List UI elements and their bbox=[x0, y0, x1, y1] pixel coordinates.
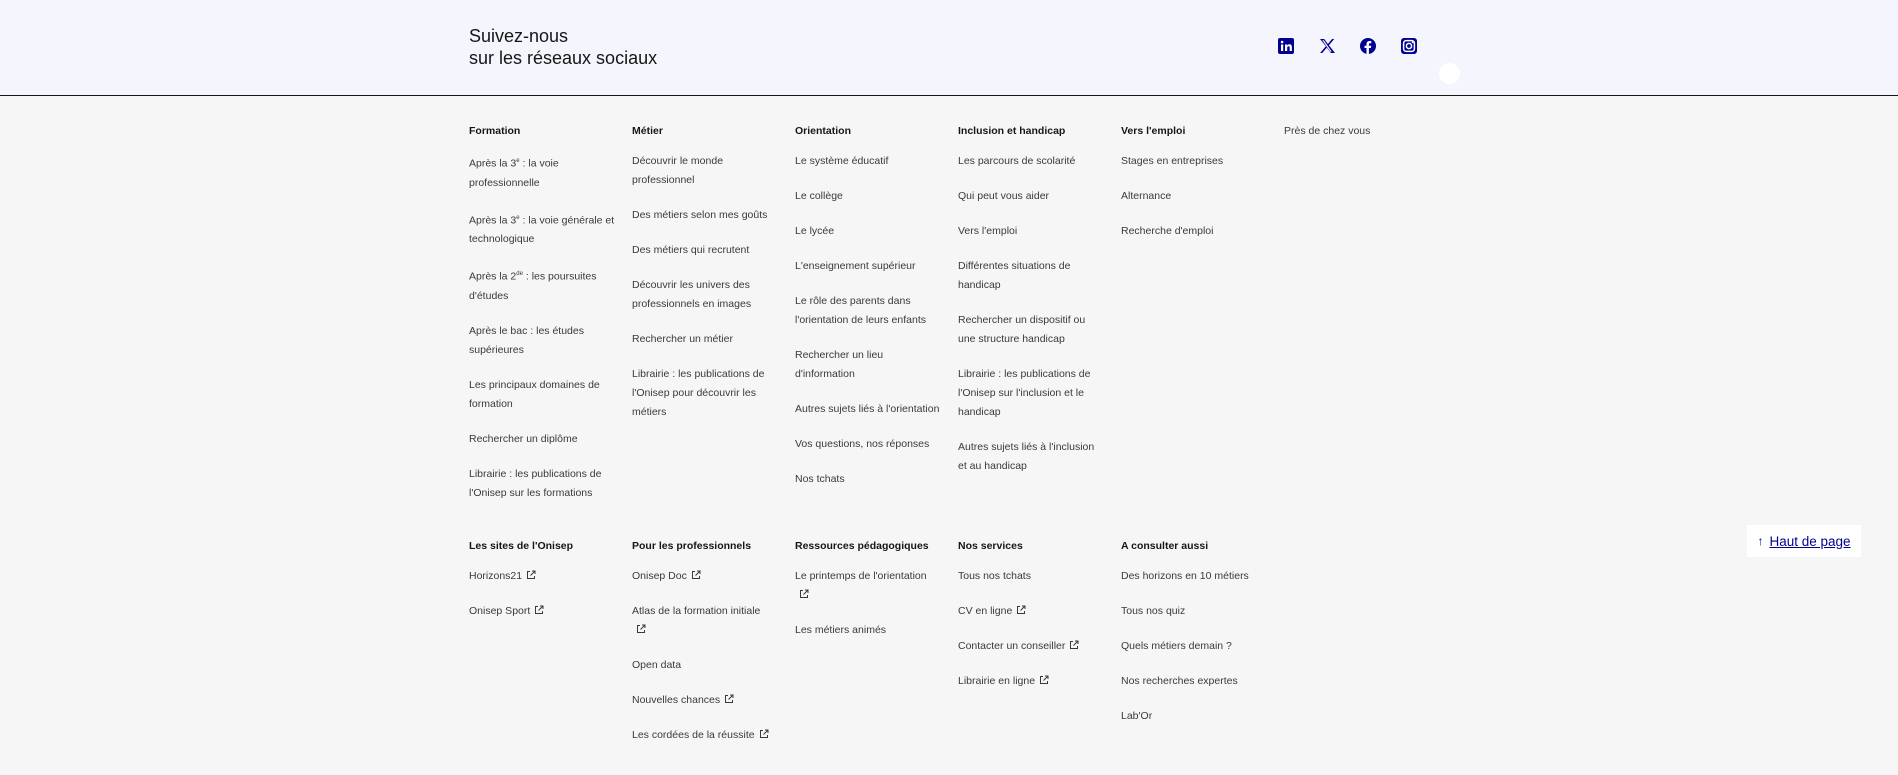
footer-link[interactable]: Après la 3e : la voie professionnelle bbox=[469, 152, 619, 193]
footer-link[interactable]: CV en ligne bbox=[958, 602, 1108, 621]
footer-link[interactable]: Rechercher un diplôme bbox=[469, 430, 619, 449]
footer-column-metier: Métier Découvrir le monde professionnel … bbox=[632, 124, 777, 422]
pres-de-chez-vous-link[interactable]: Près de chez vous bbox=[1284, 124, 1434, 138]
footer-link[interactable]: Les parcours de scolarité bbox=[958, 152, 1098, 171]
column-title: A consulter aussi bbox=[1121, 540, 1209, 552]
footer-column-services: Nos services Tous nos tchats CV en ligne… bbox=[958, 539, 1108, 691]
social-title-line1: Suivez-nous bbox=[469, 26, 569, 46]
footer-link[interactable]: Vos questions, nos réponses bbox=[795, 435, 945, 454]
external-link-icon bbox=[724, 694, 734, 704]
external-link-icon bbox=[636, 624, 646, 634]
footer-link[interactable]: Les cordées de la réussite bbox=[632, 726, 772, 745]
column-title: Métier bbox=[632, 125, 663, 137]
social-icons bbox=[1277, 37, 1418, 55]
footer-link[interactable]: Des métiers selon mes goûts bbox=[632, 206, 777, 225]
external-link-icon bbox=[759, 729, 769, 739]
footer-link[interactable]: Rechercher un métier bbox=[632, 330, 777, 349]
footer-column-orientation: Orientation Le système éducatif Le collè… bbox=[795, 124, 945, 489]
footer-link[interactable]: Tous nos quiz bbox=[1121, 602, 1271, 621]
footer-link[interactable]: Des horizons en 10 métiers bbox=[1121, 567, 1271, 586]
footer-column-formation: Formation Après la 3e : la voie professi… bbox=[469, 124, 619, 503]
footer-link[interactable]: Découvrir le monde professionnel bbox=[632, 152, 777, 190]
footer-link[interactable]: Le rôle des parents dans l'orientation d… bbox=[795, 292, 945, 330]
footer-link[interactable]: Librairie en ligne bbox=[958, 672, 1108, 691]
footer-link[interactable]: Autres sujets liés à l'orientation bbox=[795, 400, 945, 419]
footer-link[interactable]: Onisep Sport bbox=[469, 602, 619, 621]
instagram-icon[interactable] bbox=[1400, 37, 1418, 55]
footer-link[interactable]: Contacter un conseiller bbox=[958, 637, 1108, 656]
column-title: Nos services bbox=[958, 540, 1023, 552]
footer-link[interactable]: Recherche d'emploi bbox=[1121, 222, 1261, 241]
footer-column-consulter: A consulter aussi Des horizons en 10 mét… bbox=[1121, 539, 1271, 726]
social-band: Suivez-nous sur les réseaux sociaux bbox=[0, 0, 1898, 96]
footer-link[interactable]: Après le bac : les études supérieures bbox=[469, 322, 619, 360]
column-title: Ressources pédagogiques bbox=[795, 540, 929, 552]
external-link-icon bbox=[799, 589, 809, 599]
arrow-up-icon: ↑ bbox=[1757, 534, 1764, 548]
external-link-icon bbox=[1039, 675, 1049, 685]
column-title: Les sites de l'Onisep bbox=[469, 540, 574, 552]
social-title: Suivez-nous sur les réseaux sociaux bbox=[469, 25, 657, 69]
footer-link[interactable]: Librairie : les publications de l'Onisep… bbox=[958, 365, 1098, 422]
footer-link[interactable]: Rechercher un lieu d'information bbox=[795, 346, 905, 384]
footer-link[interactable]: Après la 3e : la voie générale et techno… bbox=[469, 209, 619, 250]
column-title: Orientation bbox=[795, 125, 852, 137]
footer-link[interactable]: Horizons21 bbox=[469, 567, 619, 586]
footer-column-ressources: Ressources pédagogiques Le printemps de … bbox=[795, 539, 940, 640]
footer-link[interactable]: Tous nos tchats bbox=[958, 567, 1108, 586]
footer-link[interactable]: Le lycée bbox=[795, 222, 945, 241]
social-title-line2: sur les réseaux sociaux bbox=[469, 48, 658, 68]
footer-link[interactable]: Lab'Or bbox=[1121, 707, 1271, 726]
footer-link[interactable]: Atlas de la formation initiale bbox=[632, 602, 772, 640]
footer-link[interactable]: Alternance bbox=[1121, 187, 1261, 206]
footer-link[interactable]: Différentes situations de handicap bbox=[958, 257, 1083, 295]
column-title: Vers l'emploi bbox=[1121, 125, 1186, 137]
footer-link[interactable]: Onisep Doc bbox=[632, 567, 772, 586]
column-title: Formation bbox=[469, 125, 521, 137]
column-title: Inclusion et handicap bbox=[958, 125, 1066, 137]
decorative-dot bbox=[1439, 63, 1460, 84]
footer-link[interactable]: L'enseignement supérieur bbox=[795, 257, 945, 276]
footer-link[interactable]: Après la 2de : les poursuites d'études bbox=[469, 265, 619, 306]
footer-link[interactable]: Le printemps de l'orientation bbox=[795, 567, 940, 605]
footer-link[interactable]: Les métiers animés bbox=[795, 621, 940, 640]
column-title: Pour les professionnels bbox=[632, 540, 752, 552]
footer-column-professionnels: Pour les professionnels Onisep Doc Atlas… bbox=[632, 539, 772, 745]
footer-link[interactable]: Qui peut vous aider bbox=[958, 187, 1098, 206]
footer-link[interactable]: Stages en entreprises bbox=[1121, 152, 1261, 171]
back-to-top-label: Haut de page bbox=[1769, 533, 1851, 549]
footer-link[interactable]: Nouvelles chances bbox=[632, 691, 772, 710]
footer-link[interactable]: Vers l'emploi bbox=[958, 222, 1098, 241]
footer-link[interactable]: Des métiers qui recrutent bbox=[632, 241, 777, 260]
footer-column-inclusion: Inclusion et handicap Les parcours de sc… bbox=[958, 124, 1098, 476]
footer-column-pres-de-chez-vous: Près de chez vous bbox=[1284, 124, 1434, 138]
footer-column-emploi: Vers l'emploi Stages en entreprises Alte… bbox=[1121, 124, 1261, 241]
footer-link[interactable]: Découvrir les univers des professionnels… bbox=[632, 276, 777, 314]
external-link-icon bbox=[1069, 640, 1079, 650]
footer-column-sites-onisep: Les sites de l'Onisep Horizons21 Onisep … bbox=[469, 539, 619, 621]
footer-link[interactable]: Rechercher un dispositif ou une structur… bbox=[958, 311, 1098, 349]
footer-link[interactable]: Open data bbox=[632, 656, 772, 675]
back-to-top-button[interactable]: ↑ Haut de page bbox=[1747, 525, 1861, 557]
footer-link[interactable]: Librairie : les publications de l'Onisep… bbox=[469, 465, 619, 503]
linkedin-icon[interactable] bbox=[1277, 37, 1295, 55]
footer-link[interactable]: Nos tchats bbox=[795, 470, 945, 489]
external-link-icon bbox=[534, 605, 544, 615]
footer-link[interactable]: Le collège bbox=[795, 187, 945, 206]
external-link-icon bbox=[526, 570, 536, 580]
facebook-icon[interactable] bbox=[1359, 37, 1377, 55]
footer-link[interactable]: Nos recherches expertes bbox=[1121, 672, 1271, 691]
footer-link[interactable]: Les principaux domaines de formation bbox=[469, 376, 619, 414]
external-link-icon bbox=[691, 570, 701, 580]
footer-link[interactable]: Le système éducatif bbox=[795, 152, 945, 171]
footer-link[interactable]: Librairie : les publications de l'Onisep… bbox=[632, 365, 777, 422]
footer-link[interactable]: Autres sujets liés à l'inclusion et au h… bbox=[958, 438, 1098, 476]
footer-link[interactable]: Quels métiers demain ? bbox=[1121, 637, 1271, 656]
x-icon[interactable] bbox=[1318, 37, 1336, 55]
external-link-icon bbox=[1016, 605, 1026, 615]
